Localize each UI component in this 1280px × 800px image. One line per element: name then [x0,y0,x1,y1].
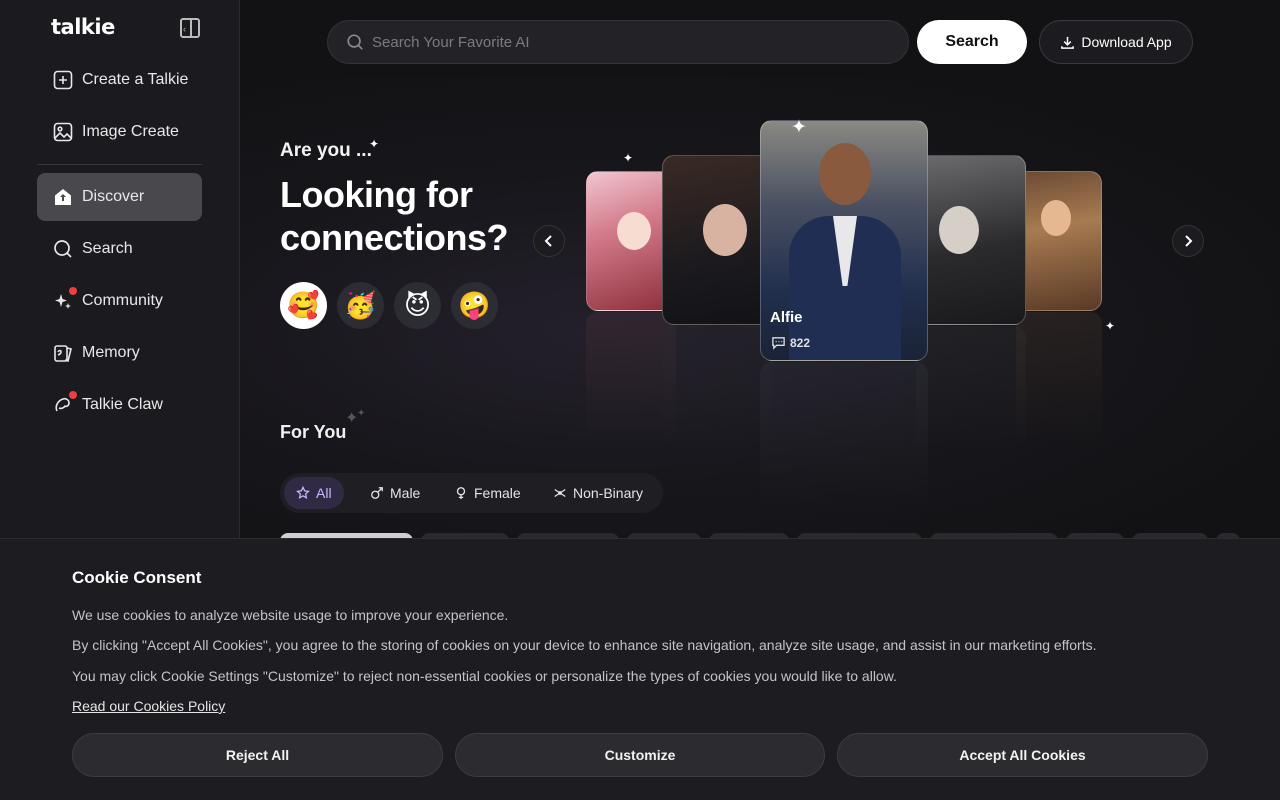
sparkle-icon: ✦ [1105,319,1116,333]
sidebar-divider [37,164,202,165]
notification-dot [69,287,77,295]
non-binary-icon [554,488,566,498]
reject-all-button[interactable]: Reject All [72,733,443,777]
cookie-text: By clicking "Accept All Cookies", you ag… [72,637,1097,653]
cookie-consent-banner: Cookie Consent We use cookies to analyze… [0,538,1280,800]
sidebar-item-memory[interactable]: Memory [37,329,202,377]
filter-all[interactable]: All [284,477,344,509]
memory-icon [53,343,73,363]
emoji-button-love[interactable]: 🥰 [280,282,327,329]
sidebar-item-community[interactable]: Community [37,277,202,325]
search-bar[interactable] [327,20,909,64]
cookie-policy-link[interactable]: Read our Cookies Policy [72,698,225,714]
filter-label: Non-Binary [573,485,644,501]
search-input[interactable] [372,33,872,51]
card-reflection [1016,312,1102,442]
plus-square-icon [53,70,73,90]
chat-count: 822 [771,335,810,350]
sidebar-item-label: Community [82,292,163,309]
cookie-text: We use cookies to analyze website usage … [72,607,509,623]
filter-female[interactable]: Female [442,477,533,509]
chat-count-value: 822 [790,335,811,350]
card-reflection [916,326,1026,456]
character-card[interactable] [1016,171,1102,311]
filter-male[interactable]: Male [358,477,432,509]
download-app-button[interactable]: Download App [1039,20,1193,64]
character-card[interactable] [916,155,1026,325]
featured-character-card[interactable]: Alfie 822 [760,120,928,361]
sidebar-item-label: Memory [82,344,140,361]
sparkles-icon [53,287,77,311]
sidebar-item-search[interactable]: Search [37,225,202,273]
sidebar-item-label: Image Create [82,123,179,140]
sidebar-item-label: Create a Talkie [82,71,189,88]
gender-filter-bar: All Male Female Non-Binary [280,473,663,513]
character-card[interactable] [662,155,772,325]
hero-title: Looking for connections? [280,174,509,258]
hero-subtitle: Are you ... [280,140,372,161]
emoji-button-party[interactable]: 🥳 [337,282,384,329]
collapse-sidebar-icon[interactable]: ‹ [180,18,200,38]
sparkle-icon: ✦ [369,137,380,151]
chat-icon [772,337,785,350]
character-name: Alfie [770,309,803,326]
sparkle-icon: ✦ [623,151,634,165]
download-app-label: Download App [1081,34,1172,50]
emoji-button-crazy[interactable]: 🤪 [451,282,498,329]
filter-label: Female [474,485,521,501]
sparkle-icon: ✦ [791,116,807,138]
filter-label: Male [390,485,421,501]
talkie-logo[interactable]: talkie [51,15,115,39]
cookie-title: Cookie Consent [72,568,202,587]
emoji-button-devil[interactable]: 😈 [394,282,441,329]
cookie-text: You may click Cookie Settings "Customize… [72,668,897,684]
download-icon [1061,36,1075,49]
carousel-prev-button[interactable] [533,225,565,257]
image-icon [53,122,73,142]
male-icon [371,487,383,499]
sidebar-item-create-talkie[interactable]: Create a Talkie [37,56,202,104]
star-icon [296,486,310,500]
sparkle-icon: ✦ [357,408,366,419]
chevron-right-icon [1185,235,1193,247]
for-you-title: For You [280,422,347,442]
sidebar-item-label: Talkie Claw [82,396,163,413]
notification-dot [69,391,77,399]
filter-label: All [316,485,332,501]
card-reflection [760,362,928,512]
carousel-next-button[interactable] [1172,225,1204,257]
home-icon [53,187,73,207]
card-reflection [662,326,772,456]
search-icon [347,34,363,50]
search-button[interactable]: Search [917,20,1027,64]
sidebar-item-talkie-claw[interactable]: Talkie Claw [37,381,202,429]
customize-button[interactable]: Customize [455,733,825,777]
female-icon [456,487,466,500]
search-icon [53,239,73,259]
sidebar-item-label: Discover [82,188,145,205]
sidebar-item-discover[interactable]: Discover [37,173,202,221]
chevron-left-icon [544,235,552,247]
claw-icon [53,391,77,415]
sidebar-item-label: Search [82,240,133,257]
sidebar-item-image-create[interactable]: Image Create [37,108,202,156]
filter-non-binary[interactable]: Non-Binary [541,477,655,509]
accept-all-cookies-button[interactable]: Accept All Cookies [837,733,1208,777]
